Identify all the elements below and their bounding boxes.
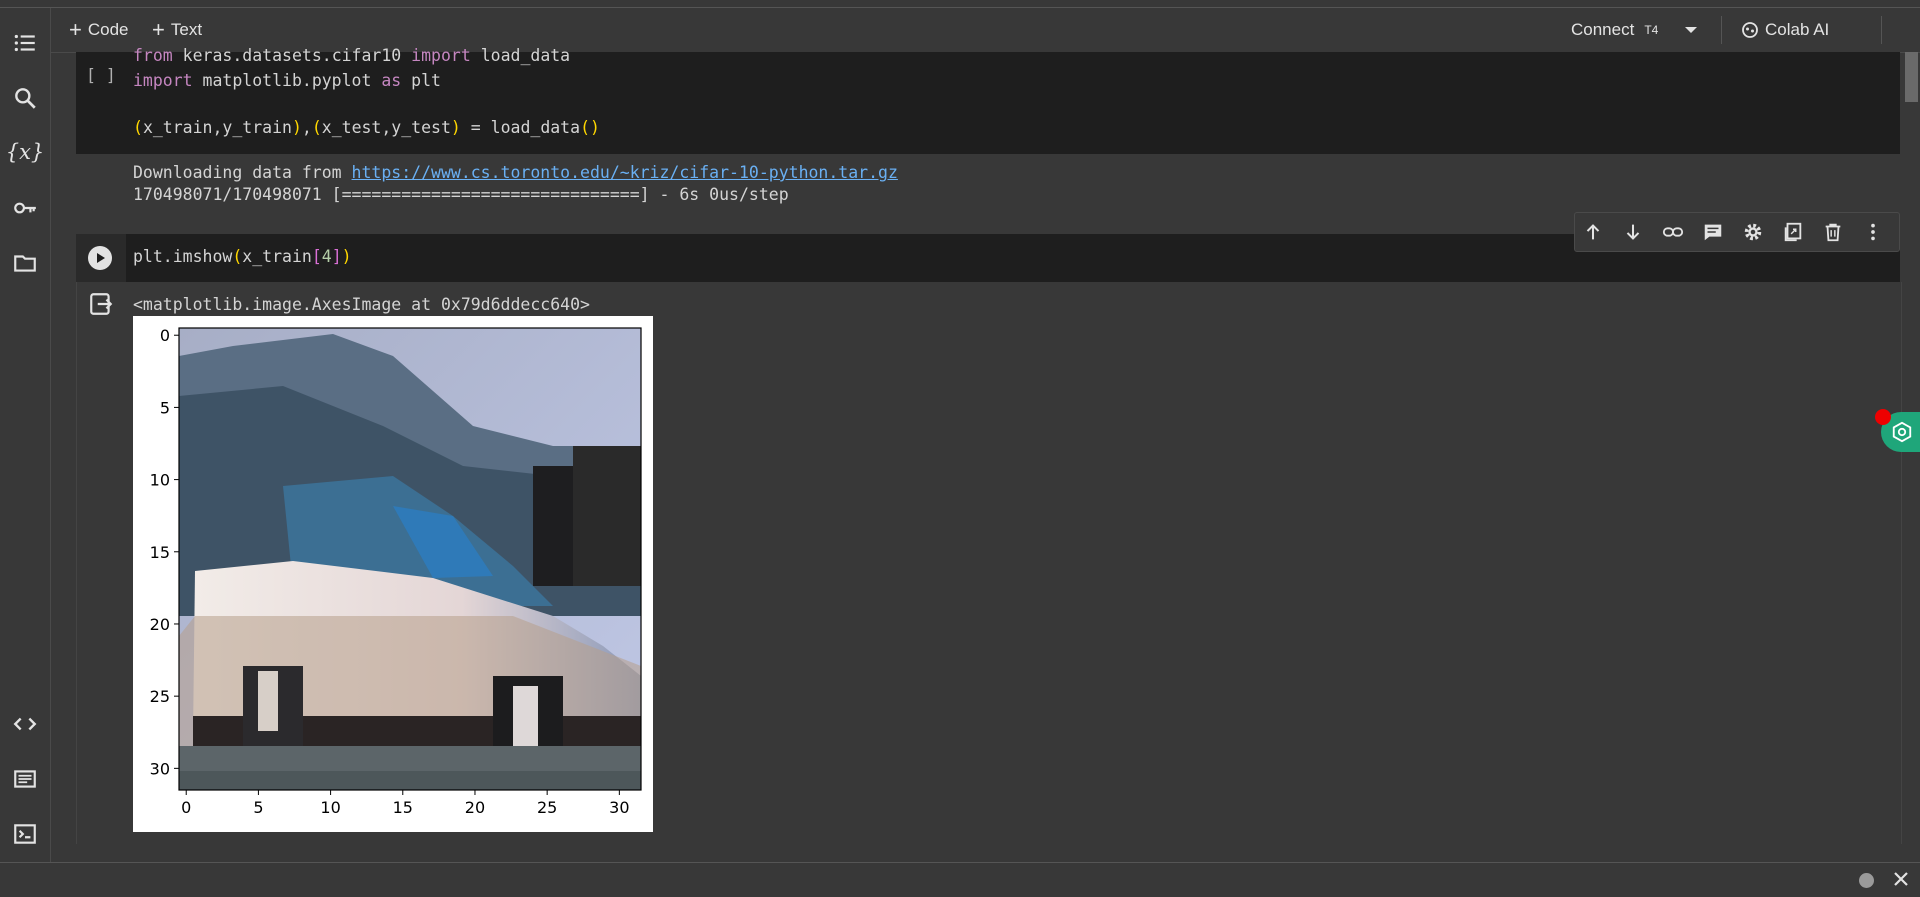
command-palette-icon[interactable] <box>9 763 41 795</box>
scrollbar-thumb[interactable] <box>1905 52 1918 102</box>
add-code-label: Code <box>87 20 129 39</box>
add-code-button[interactable]: + Code <box>69 17 129 42</box>
x-tick-label: 30 <box>609 798 629 817</box>
y-tick-label: 0 <box>160 326 170 345</box>
status-indicator-icon <box>1859 873 1874 888</box>
cell-1-line-2: import matplotlib.pyplot as plt <box>133 71 441 90</box>
y-tick-label: 15 <box>150 543 170 562</box>
x-tick-label: 25 <box>537 798 557 817</box>
x-tick-label: 0 <box>181 798 191 817</box>
x-tick-label: 20 <box>465 798 485 817</box>
delete-icon[interactable] <box>1821 220 1845 244</box>
colab-ai-icon <box>1742 22 1758 38</box>
cell-1-line-1: from keras.datasets.cifar10 import load_… <box>133 46 571 65</box>
x-tick-label: 5 <box>253 798 263 817</box>
dataset-link[interactable]: https://www.cs.toronto.edu/~kriz/cifar-1… <box>352 163 898 182</box>
x-tick-label: 10 <box>320 798 340 817</box>
cell-toolbar <box>1574 212 1900 252</box>
arrow-down-icon[interactable] <box>1621 220 1645 244</box>
arrow-up-icon[interactable] <box>1581 220 1605 244</box>
download-text: Downloading data from <box>133 163 352 182</box>
image-pixels <box>179 328 641 790</box>
run-cell-button[interactable] <box>88 246 112 270</box>
comment-icon[interactable] <box>1701 220 1725 244</box>
connect-button[interactable]: Connect T4 <box>1571 18 1658 42</box>
cell-1-line-3: (x_train,y_train),(x_test,y_test) = load… <box>133 118 600 137</box>
cell-1-output-line-1: Downloading data from https://www.cs.tor… <box>133 163 898 182</box>
y-tick-label: 30 <box>150 759 170 778</box>
imshow-svg: 0 5 10 15 20 25 30 0 5 10 15 20 25 30 <box>150 326 642 817</box>
y-tick-label: 25 <box>150 687 170 706</box>
y-tick-label: 5 <box>160 398 170 417</box>
output-actions-icon[interactable] <box>88 291 114 322</box>
connect-label: Connect <box>1571 20 1635 39</box>
toolbar-divider-2 <box>1881 16 1882 44</box>
cell-2-output-text: <matplotlib.image.AxesImage at 0x79d6dde… <box>133 295 590 314</box>
settings-icon[interactable] <box>1741 220 1765 244</box>
x-tick-label: 15 <box>393 798 413 817</box>
toc-icon[interactable] <box>9 27 41 59</box>
secrets-icon[interactable] <box>9 192 41 224</box>
runtime-label: T4 <box>1644 23 1659 37</box>
cell-1-run-indicator[interactable]: [ ] <box>86 66 116 85</box>
y-tick-label: 20 <box>150 615 170 634</box>
variables-icon[interactable]: {x} <box>6 136 45 168</box>
link-icon[interactable] <box>1661 220 1685 244</box>
play-icon <box>97 253 105 263</box>
cell-2-code: plt.imshow(x_train[4]) <box>133 247 352 266</box>
status-bar <box>0 862 1920 897</box>
files-icon[interactable] <box>9 247 41 279</box>
imshow-figure: 0 5 10 15 20 25 30 0 5 10 15 20 25 30 <box>133 316 653 832</box>
colab-ai-button[interactable]: Colab AI <box>1741 18 1829 42</box>
y-tick-label: 10 <box>150 471 170 490</box>
runtime-dropdown-button[interactable] <box>1683 18 1699 42</box>
code-cell-1[interactable] <box>76 52 1900 154</box>
cell-1-output-line-2: 170498071/170498071 [===================… <box>133 185 789 204</box>
close-icon[interactable] <box>1892 870 1910 893</box>
notification-dot <box>1875 409 1891 425</box>
code-snippets-icon[interactable] <box>9 708 41 740</box>
add-text-button[interactable]: + Text <box>152 17 203 42</box>
left-rail: {x} <box>0 8 51 862</box>
mirror-cell-icon[interactable] <box>1781 220 1805 244</box>
add-text-label: Text <box>170 20 203 39</box>
caret-down-icon <box>1685 27 1697 33</box>
colab-ai-label: Colab AI <box>1765 20 1830 39</box>
terminal-icon[interactable] <box>9 818 41 850</box>
hexagon-icon <box>1892 421 1912 443</box>
search-icon[interactable] <box>9 82 41 114</box>
more-vert-icon[interactable] <box>1861 220 1885 244</box>
toolbar-divider <box>1721 16 1722 44</box>
